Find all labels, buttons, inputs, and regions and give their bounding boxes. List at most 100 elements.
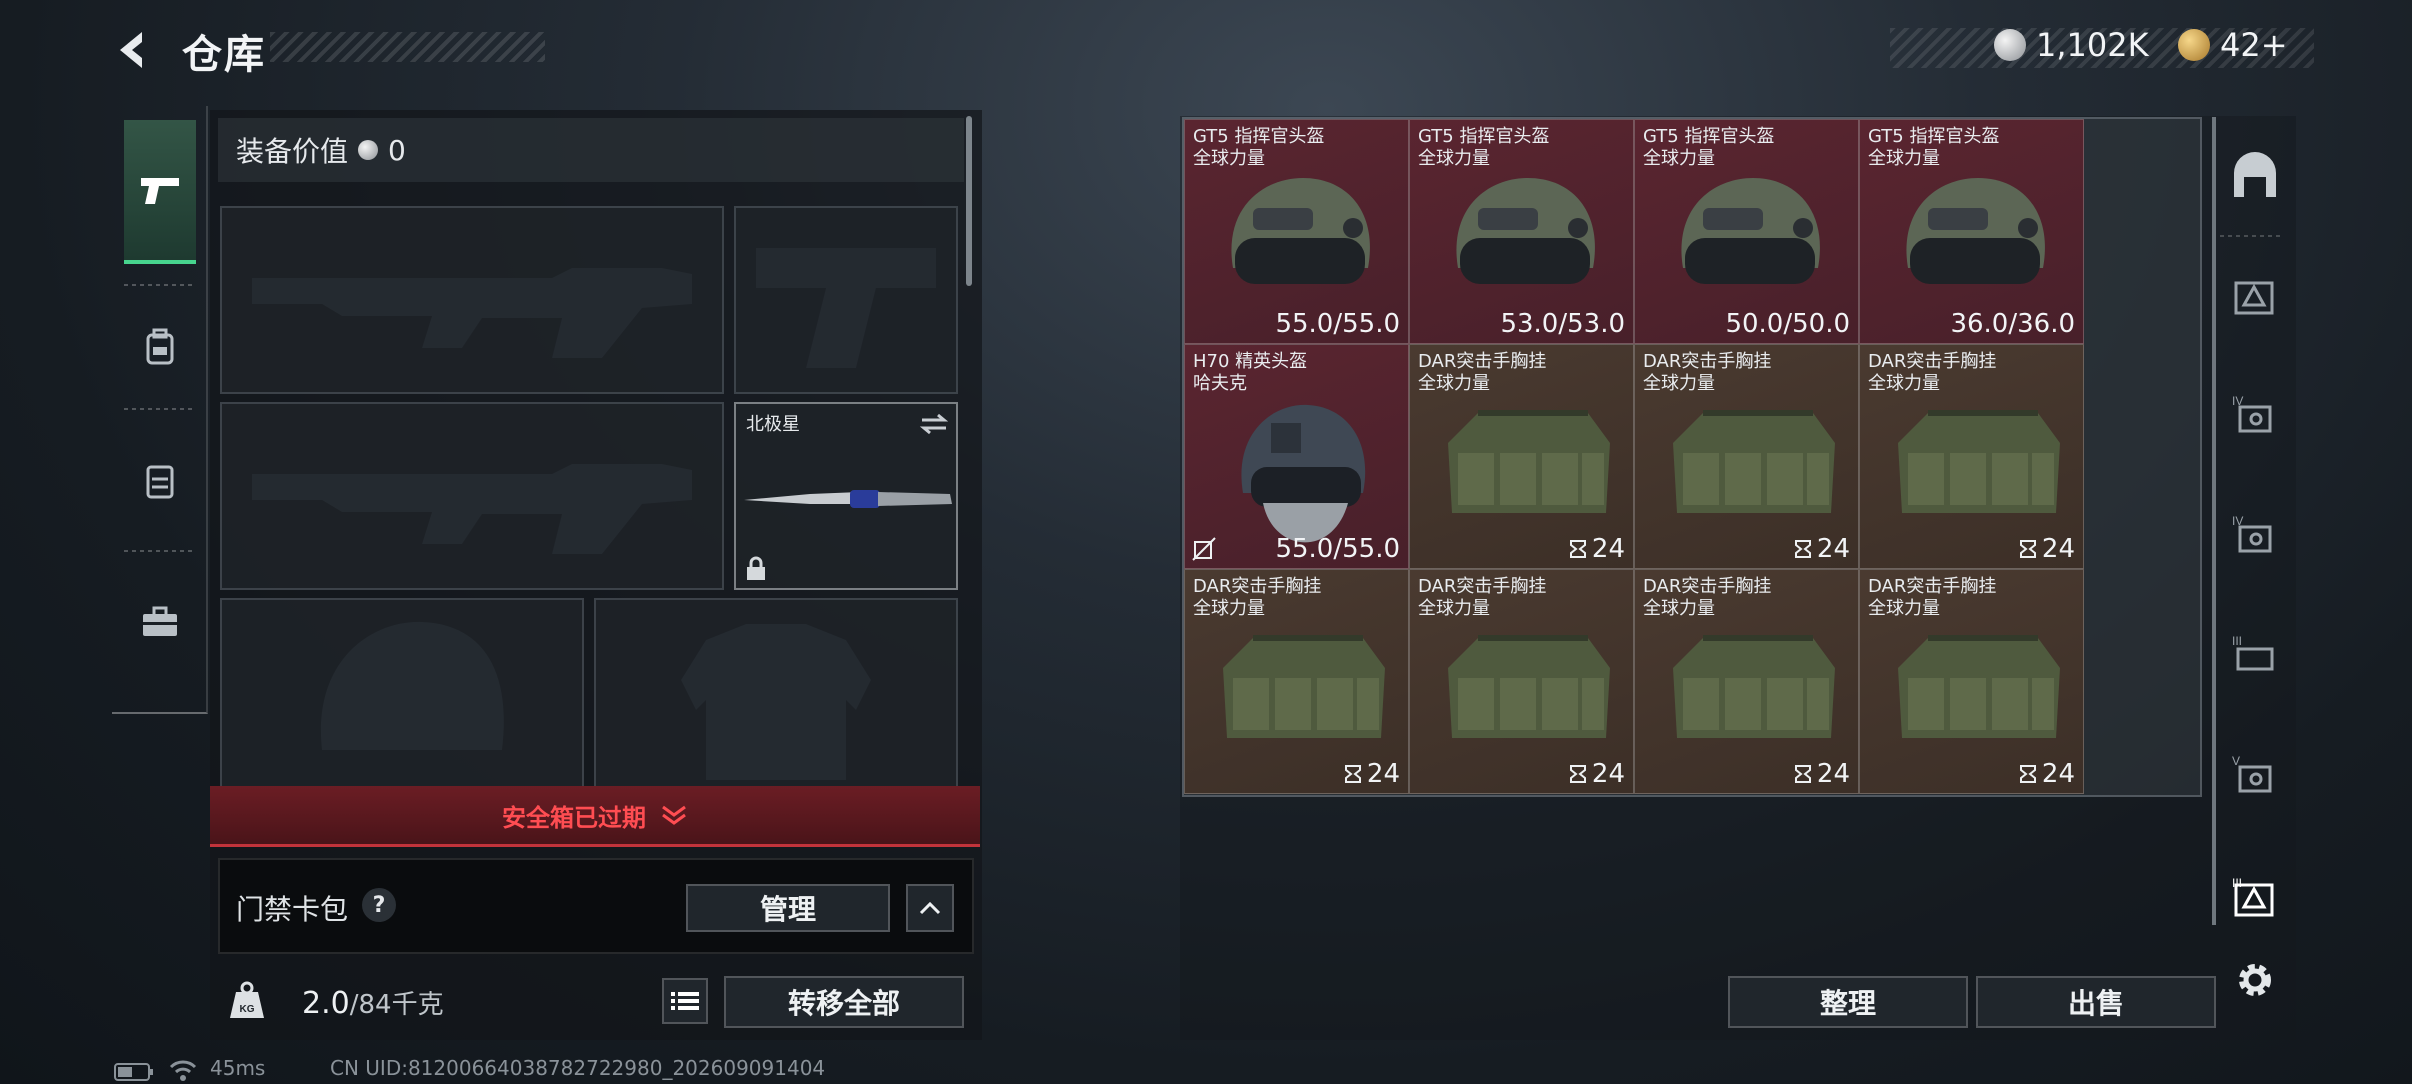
sort-button[interactable]: 整理 — [1728, 976, 1968, 1028]
helmet-icon — [1681, 178, 1820, 284]
helmet-icon — [1906, 178, 2045, 284]
back-arrow-icon[interactable] — [112, 28, 156, 72]
weight-current: 2.0 — [302, 986, 350, 1021]
grid-item[interactable]: DAR突击手胸挂 全球力量 24 — [1409, 569, 1634, 794]
item-name: DAR突击手胸挂 全球力量 — [1643, 576, 1772, 619]
item-durability: 24 — [1568, 534, 1625, 564]
grid-item[interactable]: H70 精英头盔 哈夫克 55.0/55.0 — [1184, 344, 1409, 569]
capacity-icon — [2019, 540, 2036, 558]
item-name: H70 精英头盔 哈夫克 — [1193, 351, 1308, 394]
chevron-down-double-icon — [662, 805, 686, 825]
item-durability: 55.0/55.0 — [1275, 309, 1400, 339]
pistol-silhouette-icon — [756, 248, 936, 368]
armor-slot[interactable] — [594, 598, 958, 790]
item-name: GT5 指挥官头盔 全球力量 — [1868, 126, 2000, 169]
capacity-icon — [1569, 540, 1586, 558]
capacity-icon — [1794, 540, 1811, 558]
safe-box-expired-banner[interactable]: 安全箱已过期 — [210, 786, 980, 847]
nav-backpack[interactable] — [124, 302, 196, 392]
equipment-value-label: 装备价值 — [236, 135, 349, 168]
grid-item[interactable]: GT5 指挥官头盔 全球力量 50.0/50.0 — [1634, 119, 1859, 344]
no-repair-icon — [1192, 537, 1216, 561]
gold-currency[interactable]: 42+ — [2178, 26, 2288, 64]
storage-box-1-icon[interactable] — [2230, 273, 2280, 323]
keycard-label: 门禁卡包 — [236, 893, 349, 926]
equipment-value-bar: 装备价值 0 — [218, 118, 964, 182]
rifle-silhouette-icon — [252, 464, 692, 554]
gold-coin-icon — [2178, 29, 2210, 61]
melee-slot[interactable]: 北极星 — [734, 402, 958, 590]
storage-home-icon[interactable] — [2230, 151, 2280, 201]
chest-rig-icon — [1448, 410, 1610, 513]
chest-rig-icon — [146, 465, 174, 499]
sell-button[interactable]: 出售 — [1976, 976, 2216, 1028]
silver-coin-icon — [1994, 29, 2026, 61]
grid-item[interactable]: DAR突击手胸挂 全球力量 24 — [1184, 569, 1409, 794]
item-name: DAR突击手胸挂 全球力量 — [1193, 576, 1322, 619]
grid-item[interactable]: DAR突击手胸挂 全球力量 24 — [1859, 569, 2084, 794]
primary-weapon-slot[interactable] — [220, 206, 724, 394]
item-durability: 24 — [1793, 534, 1850, 564]
grid-item[interactable]: GT5 指挥官头盔 全球力量 36.0/36.0 — [1859, 119, 2084, 344]
wifi-icon — [169, 1060, 197, 1081]
item-durability: 24 — [2018, 534, 2075, 564]
secondary-weapon-slot[interactable] — [220, 402, 724, 590]
grid-item[interactable]: GT5 指挥官头盔 全球力量 55.0/55.0 — [1184, 119, 1409, 344]
chest-rig-icon — [1673, 635, 1835, 738]
item-name: DAR突击手胸挂 全球力量 — [1643, 351, 1772, 394]
silver-coin-icon — [358, 140, 379, 160]
backpack-icon — [146, 328, 174, 365]
item-durability: 36.0/36.0 — [1950, 309, 2075, 339]
grid-item[interactable]: DAR突击手胸挂 全球力量 24 — [1634, 344, 1859, 569]
list-icon — [671, 992, 699, 1010]
item-name: GT5 指挥官头盔 全球力量 — [1643, 126, 1775, 169]
item-durability: 24 — [1568, 759, 1625, 789]
item-name: GT5 指挥官头盔 全球力量 — [1418, 126, 1550, 169]
equipment-scrollbar[interactable] — [966, 116, 972, 286]
item-durability: 55.0/55.0 — [1275, 534, 1400, 564]
helmet-slot[interactable] — [220, 598, 584, 790]
storage-box-iv-2-icon[interactable]: IV — [2230, 511, 2280, 561]
help-icon[interactable]: ? — [362, 888, 396, 922]
settings-gear-icon[interactable] — [2230, 955, 2280, 1005]
storage-box-iv-icon[interactable]: IV — [2230, 391, 2280, 441]
helmet-silhouette-icon — [320, 621, 504, 750]
manage-button[interactable]: 管理 — [686, 884, 890, 932]
storage-box-iii-icon[interactable]: III — [2230, 631, 2280, 681]
transfer-all-button[interactable]: 转移全部 — [724, 976, 964, 1028]
svg-text:III: III — [2232, 634, 2242, 648]
storage-box-iii-active-icon[interactable]: III — [2230, 873, 2280, 923]
item-name: DAR突击手胸挂 全球力量 — [1868, 576, 1997, 619]
storage-tabs: IV IV III V III — [2212, 117, 2292, 1041]
weight-max: /84千克 — [349, 990, 444, 1020]
capacity-icon — [1569, 765, 1586, 783]
storage-tabs-scrollbar[interactable] — [2212, 117, 2216, 925]
nav-toolbox[interactable] — [124, 582, 196, 662]
chest-rig-icon — [1223, 635, 1385, 738]
item-durability: 50.0/50.0 — [1725, 309, 1850, 339]
capacity-icon — [1344, 765, 1361, 783]
storage-box-v-icon[interactable]: V — [2230, 751, 2280, 801]
grid-item[interactable]: GT5 指挥官头盔 全球力量 53.0/53.0 — [1409, 119, 1634, 344]
loadout-nav — [112, 106, 208, 714]
chest-rig-icon — [1673, 410, 1835, 513]
collapse-button[interactable] — [906, 884, 954, 932]
capacity-icon — [2019, 765, 2036, 783]
nav-weapons[interactable] — [124, 120, 196, 264]
equipment-value: 0 — [388, 133, 406, 167]
list-view-button[interactable] — [662, 978, 708, 1024]
lock-icon — [747, 556, 765, 580]
pistol-icon — [141, 178, 179, 204]
uid-text: CN UID:81200664038782722980_202609091404 — [330, 1056, 826, 1080]
rifle-silhouette-icon — [252, 268, 692, 358]
storage-grid: GT5 指挥官头盔 全球力量 55.0/55.0 GT5 指挥官头盔 全球力量 53.… — [1182, 117, 2202, 797]
ping-text: 45ms — [210, 1056, 266, 1080]
swap-icon[interactable] — [918, 412, 950, 436]
pistol-slot[interactable] — [734, 206, 958, 394]
nav-chest-rig[interactable] — [124, 436, 196, 526]
item-durability: 24 — [1793, 759, 1850, 789]
grid-item[interactable]: DAR突击手胸挂 全球力量 24 — [1634, 569, 1859, 794]
grid-item[interactable]: DAR突击手胸挂 全球力量 24 — [1409, 344, 1634, 569]
item-durability: 24 — [1343, 759, 1400, 789]
grid-item[interactable]: DAR突击手胸挂 全球力量 24 — [1859, 344, 2084, 569]
